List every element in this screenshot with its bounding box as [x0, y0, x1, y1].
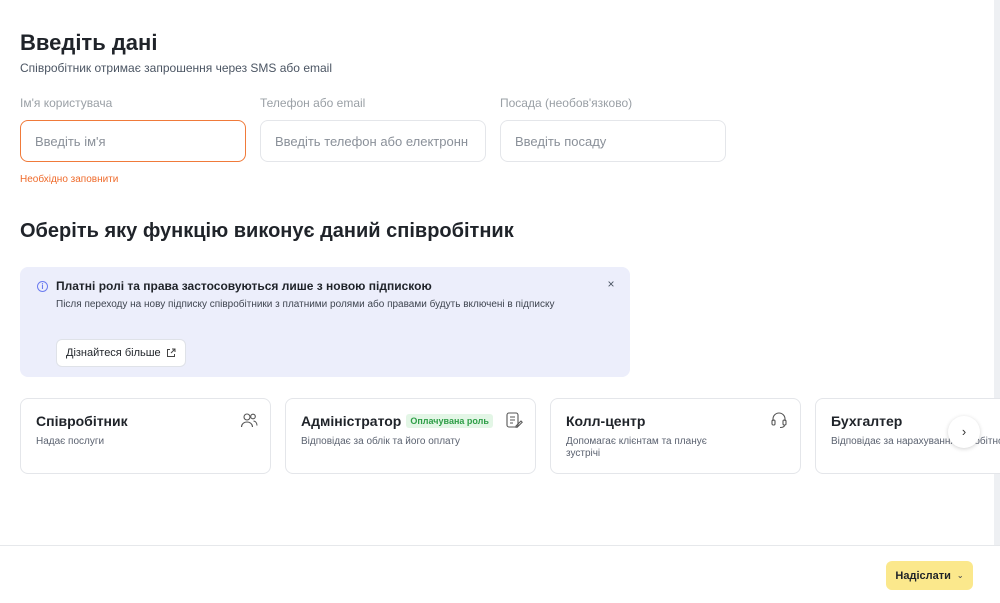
- headset-icon: [771, 412, 787, 429]
- role-card-title: Бухгалтер: [831, 413, 903, 429]
- paid-roles-notice: i Платні ролі та права застосовуються ли…: [20, 267, 630, 377]
- name-input[interactable]: [20, 120, 246, 162]
- contact-field-label: Телефон або email: [260, 96, 366, 110]
- position-field-label: Посада (необов'язково): [500, 96, 633, 110]
- role-card-administrator[interactable]: Адміністратор Оплачувана роль Відповідає …: [285, 398, 536, 474]
- page-subtitle: Співробітник отримає запрошення через SM…: [20, 61, 332, 75]
- external-link-icon: [166, 348, 176, 357]
- role-card-call-center[interactable]: Колл-центр Допомагає клієнтам та планує …: [550, 398, 801, 474]
- role-card-employee[interactable]: Співробітник Надає послуги: [20, 398, 271, 474]
- chevron-down-icon: ⌄: [956, 571, 964, 580]
- footer-divider: [0, 545, 1000, 546]
- info-icon: i: [37, 281, 48, 292]
- learn-more-label: Дізнайтеся більше: [66, 347, 161, 359]
- chevron-right-icon: ›: [961, 424, 967, 439]
- role-cards-carousel: Співробітник Надає послуги Адміністратор…: [20, 398, 1000, 475]
- clipboard-edit-icon: [506, 412, 523, 428]
- position-input[interactable]: [500, 120, 726, 162]
- invite-employee-page: Введіть дані Співробітник отримає запрош…: [0, 0, 1000, 603]
- roles-section-title: Оберіть яку функцію виконує даний співро…: [20, 220, 514, 242]
- contact-input[interactable]: [260, 120, 486, 162]
- name-error-message: Необхідно заповнити: [20, 174, 119, 185]
- role-card-title: Співробітник: [36, 413, 128, 429]
- role-card-description: Відповідає за облік та його оплату: [301, 436, 461, 447]
- carousel-next-button[interactable]: ›: [948, 416, 980, 448]
- name-field-label: Ім'я користувача: [20, 96, 113, 110]
- learn-more-button[interactable]: Дізнайтеся більше: [56, 339, 186, 367]
- close-icon[interactable]: ×: [604, 277, 618, 291]
- role-card-description: Надає послуги: [36, 436, 105, 447]
- users-icon: [240, 413, 258, 428]
- submit-button[interactable]: Надіслати ⌄: [886, 561, 973, 590]
- submit-button-label: Надіслати: [895, 569, 951, 582]
- notice-title: Платні ролі та права застосовуються лише…: [56, 279, 432, 293]
- role-card-title: Колл-центр: [566, 413, 646, 429]
- page-title: Введіть дані: [20, 30, 158, 55]
- role-card-description: Допомагає клієнтам та планує зустрічі: [566, 436, 707, 459]
- paid-role-badge: Оплачувана роль: [406, 414, 493, 429]
- notice-body: Після переходу на нову підписку співробі…: [56, 299, 555, 310]
- role-card-title: Адміністратор Оплачувана роль: [301, 413, 493, 429]
